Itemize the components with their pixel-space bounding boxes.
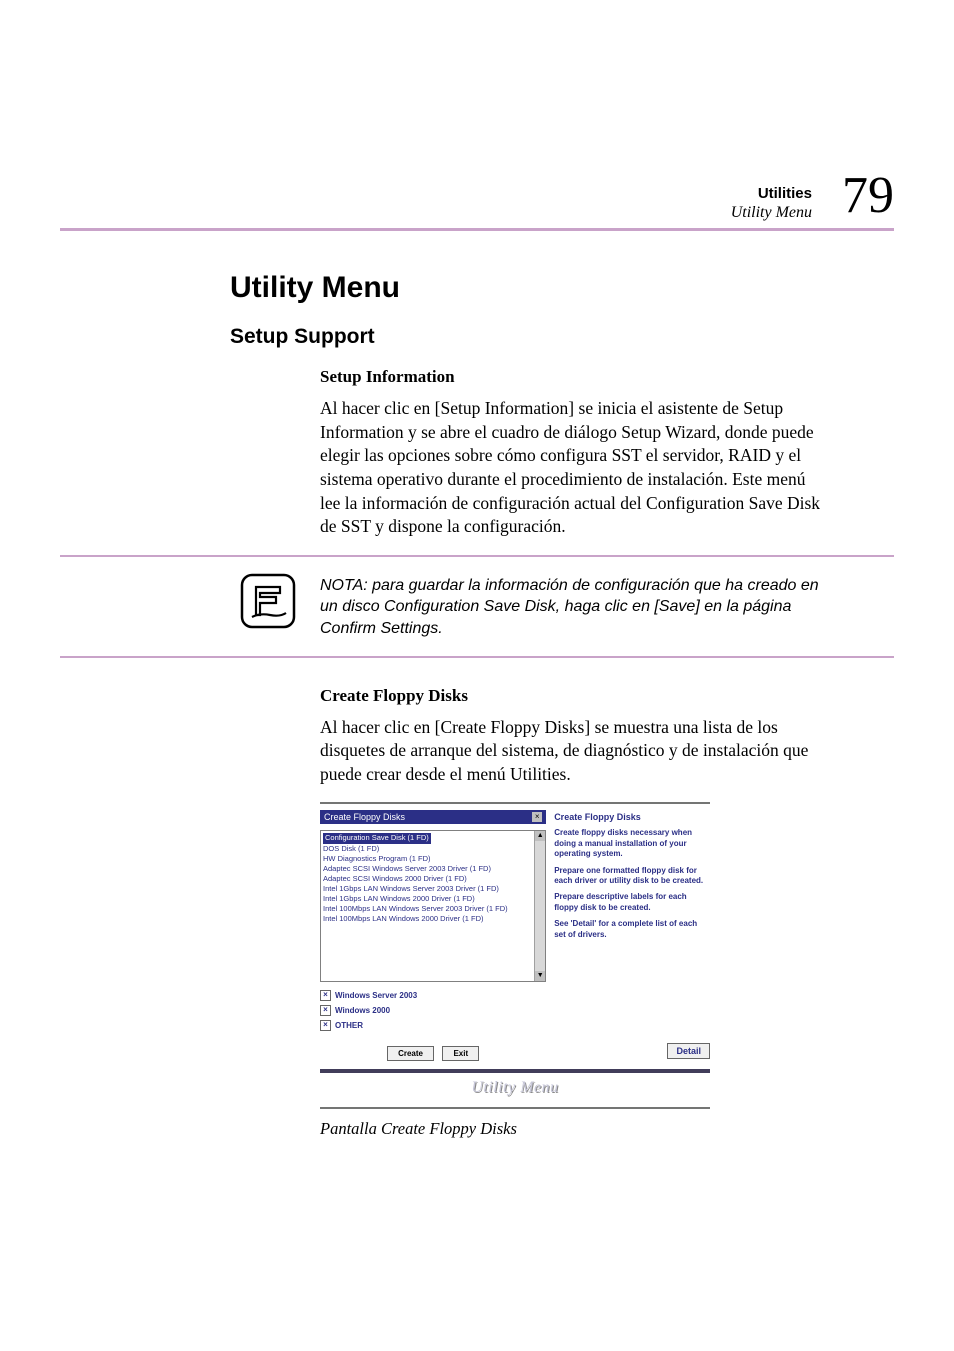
list-item[interactable]: DOS Disk (1 FD) (323, 844, 543, 854)
screenshot-window-titlebar: Create Floppy Disks × (320, 810, 546, 824)
info-paragraph: See 'Detail' for a complete list of each… (554, 919, 710, 940)
note-text: NOTA: para guardar la información de con… (320, 575, 824, 640)
figure-caption: Pantalla Create Floppy Disks (320, 1119, 824, 1139)
info-paragraph: Create floppy disks necessary when doing… (554, 828, 710, 859)
checkbox-row[interactable]: × Windows Server 2003 (320, 988, 546, 1003)
checkbox-row[interactable]: × OTHER (320, 1018, 546, 1033)
close-icon[interactable]: × (532, 812, 542, 822)
header-subsection-title: Utility Menu (731, 203, 812, 222)
page-header: Utilities Utility Menu 79 (60, 170, 894, 222)
list-item[interactable]: Intel 100Mbps LAN Windows 2000 Driver (1… (323, 914, 543, 924)
info-paragraph: Prepare one formatted floppy disk for ea… (554, 866, 710, 887)
create-button[interactable]: Create (387, 1046, 434, 1061)
header-section-title: Utilities (731, 185, 812, 203)
detail-button[interactable]: Detail (667, 1043, 710, 1059)
screenshot-footer-label: Utility Menu (471, 1079, 558, 1096)
scroll-up-icon[interactable]: ▲ (535, 831, 545, 841)
note-divider-bottom (60, 656, 894, 658)
list-item[interactable]: Adaptec SCSI Windows 2000 Driver (1 FD) (323, 874, 543, 884)
checkbox-row[interactable]: × Windows 2000 (320, 1003, 546, 1018)
sub-heading-setup-support: Setup Support (60, 325, 894, 349)
note-divider-top (60, 555, 894, 557)
scrollbar[interactable]: ▲ ▼ (534, 831, 545, 981)
list-item[interactable]: HW Diagnostics Program (1 FD) (323, 854, 543, 864)
list-item[interactable]: Configuration Save Disk (1 FD) (323, 833, 431, 843)
note-block: NOTA: para guardar la información de con… (60, 573, 894, 640)
checkbox-label: OTHER (335, 1021, 363, 1030)
list-item[interactable]: Adaptec SCSI Windows Server 2003 Driver … (323, 864, 543, 874)
screenshot-listbox[interactable]: Configuration Save Disk (1 FD)DOS Disk (… (320, 830, 546, 982)
list-item[interactable]: Intel 1Gbps LAN Windows Server 2003 Driv… (323, 884, 543, 894)
embedded-screenshot: Create Floppy Disks × Configuration Save… (320, 802, 710, 1109)
checkbox-icon[interactable]: × (320, 990, 331, 1001)
page-number: 79 (842, 170, 894, 222)
checkbox-icon[interactable]: × (320, 1020, 331, 1031)
section-heading-create-floppy-disks: Create Floppy Disks (320, 686, 824, 706)
checkbox-label: Windows Server 2003 (335, 991, 417, 1000)
exit-button[interactable]: Exit (442, 1046, 479, 1061)
list-item[interactable]: Intel 1Gbps LAN Windows 2000 Driver (1 F… (323, 894, 543, 904)
section-body-create-floppy-disks: Al hacer clic en [Create Floppy Disks] s… (320, 716, 824, 787)
scroll-down-icon[interactable]: ▼ (535, 971, 545, 981)
screenshot-window-title: Create Floppy Disks (324, 812, 405, 822)
list-item[interactable]: Intel 100Mbps LAN Windows Server 2003 Dr… (323, 904, 543, 914)
main-heading: Utility Menu (60, 271, 894, 305)
checkbox-label: Windows 2000 (335, 1006, 390, 1015)
checkbox-icon[interactable]: × (320, 1005, 331, 1016)
screenshot-right-title: Create Floppy Disks (554, 810, 710, 828)
note-icon (240, 573, 296, 629)
header-divider (60, 228, 894, 231)
section-body-setup-information: Al hacer clic en [Setup Information] se … (320, 397, 824, 539)
section-heading-setup-information: Setup Information (320, 367, 824, 387)
info-paragraph: Prepare descriptive labels for each flop… (554, 892, 710, 913)
